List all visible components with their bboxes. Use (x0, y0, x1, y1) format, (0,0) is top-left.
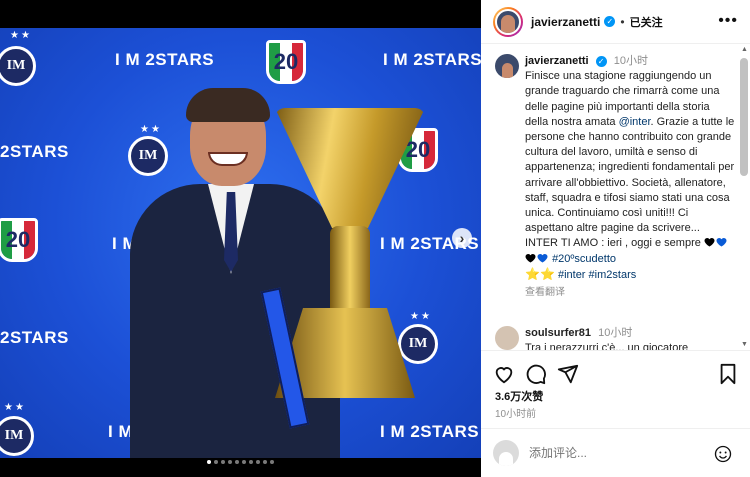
hashtag-link[interactable]: #20ºscudetto (552, 253, 616, 265)
more-options-icon[interactable]: ••• (718, 12, 738, 30)
carousel-dots (0, 460, 481, 464)
author-avatar[interactable] (493, 6, 523, 37)
comments-list[interactable]: javierzanetti ✓ 10小时 Finisce una stagion… (481, 44, 750, 350)
caption: javierzanetti ✓ 10小时 Finisce una stagion… (495, 54, 735, 300)
mention-link[interactable]: @inter (619, 116, 651, 128)
carousel-dot[interactable] (256, 460, 260, 464)
carousel-dot[interactable] (235, 460, 239, 464)
verified-icon: ✓ (604, 16, 616, 27)
comments-scrollbar[interactable]: ▲ ▼ (740, 46, 748, 348)
carousel-dot[interactable] (263, 460, 267, 464)
carousel-dot[interactable] (242, 460, 246, 464)
next-photo-button[interactable]: › (452, 228, 472, 248)
comment-composer (481, 428, 750, 477)
heart-icon (537, 253, 548, 263)
comment-item: soulsurfer81 10小时 Tra i nerazzurri c'è..… (495, 326, 735, 350)
comment-time: 10小时 (598, 327, 633, 339)
author-username[interactable]: javierzanetti (531, 15, 600, 29)
separator-dot: • (620, 14, 625, 29)
carousel-dot[interactable] (207, 460, 211, 464)
heart-icon (716, 238, 727, 247)
comment-text: Tra i nerazzurri c'è... un giocatore (525, 342, 689, 350)
add-comment-input[interactable] (529, 446, 699, 460)
like-heart-icon[interactable] (493, 363, 515, 385)
post-timestamp: 10小时前 (495, 409, 537, 420)
carousel-dot[interactable] (214, 460, 218, 464)
see-translation-link[interactable]: 查看翻译 (525, 285, 735, 300)
scudetto-badge: 20 (266, 40, 306, 84)
carousel-dot[interactable] (221, 460, 225, 464)
verified-icon: ✓ (595, 56, 607, 67)
current-user-avatar (493, 440, 519, 466)
hashtag-link[interactable]: #im2stars (589, 269, 637, 281)
star-emoji: ⭐⭐ (525, 266, 555, 281)
scroll-down-icon[interactable]: ▼ (741, 341, 748, 348)
scudetto-badge: 20 (0, 218, 38, 262)
comment-icon[interactable] (525, 363, 547, 385)
scrollbar-thumb[interactable] (740, 58, 748, 176)
inter-logo: IM (0, 46, 36, 86)
emoji-picker-icon[interactable] (714, 445, 732, 463)
wall-text: I M 2STARS (383, 50, 481, 69)
inter-logo: IM (0, 416, 34, 456)
share-icon[interactable] (557, 363, 579, 385)
caption-avatar[interactable] (495, 54, 519, 78)
carousel-dot[interactable] (249, 460, 253, 464)
caption-time: 10小时 (613, 55, 648, 67)
save-bookmark-icon[interactable] (717, 363, 739, 385)
caption-username[interactable]: javierzanetti (525, 55, 589, 67)
scroll-up-icon[interactable]: ▲ (741, 46, 748, 53)
carousel-dot[interactable] (228, 460, 232, 464)
likes-count[interactable]: 3.6万次赞 (495, 388, 543, 404)
heart-icon (704, 238, 715, 247)
heart-icon (525, 253, 536, 263)
wall-text: 2STARS (0, 142, 69, 161)
post-photo-panel: ★★ IM I M 2STARS 20 I M 2STARS 2STARS ★★… (0, 0, 481, 477)
post-sidebar: javierzanetti ✓ • 已关注 ••• javierzanetti … (481, 0, 750, 477)
instagram-post-view: ★★ IM I M 2STARS 20 I M 2STARS 2STARS ★★… (0, 0, 750, 477)
following-button[interactable]: 已关注 (630, 14, 663, 30)
stars-decoration: ★★ (4, 402, 26, 413)
trophy-figure (235, 108, 435, 429)
caption-text: . Grazie a tutte le persone che hanno co… (525, 115, 735, 250)
post-photo[interactable]: ★★ IM I M 2STARS 20 I M 2STARS 2STARS ★★… (0, 28, 481, 458)
commenter-username[interactable]: soulsurfer81 (525, 327, 591, 339)
post-header: javierzanetti ✓ • 已关注 ••• (481, 0, 750, 44)
commenter-avatar[interactable] (495, 326, 519, 350)
wall-text: I M 2STARS (115, 50, 215, 69)
stars-decoration: ★★ (10, 30, 32, 41)
hashtag-link[interactable]: #inter (558, 269, 586, 281)
carousel-dot[interactable] (270, 460, 274, 464)
wall-text: 2STARS (0, 328, 69, 347)
